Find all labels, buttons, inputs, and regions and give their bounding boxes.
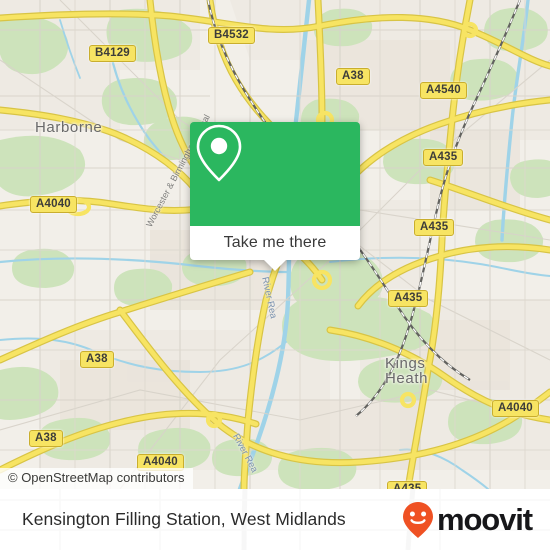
footer-bar: Kensington Filling Station, West Midland… xyxy=(0,489,550,550)
road-shield-a435-kingsheath: A435 xyxy=(388,290,429,307)
map-pin-icon xyxy=(196,124,242,182)
road-shield-a435-upper: A435 xyxy=(423,149,464,166)
moovit-wordmark: moovit xyxy=(436,502,533,537)
callout-pointer xyxy=(264,260,286,271)
road-shield-a435-mid: A435 xyxy=(414,219,455,236)
map-canvas[interactable]: Harborne Kings Heath River Rea River Rea… xyxy=(0,0,550,489)
map-screenshot: Harborne Kings Heath River Rea River Rea… xyxy=(0,0,550,550)
road-shield-b4129: B4129 xyxy=(89,45,136,62)
callout-label: Take me there xyxy=(223,234,327,251)
footer-content: Kensington Filling Station, West Midland… xyxy=(0,489,550,550)
road-shield-a435-bottom: A435 xyxy=(387,481,428,489)
callout-icon-panel xyxy=(190,122,360,226)
moovit-smiling-pin-logo-icon xyxy=(402,501,433,538)
road-shield-a38-top: A38 xyxy=(336,68,370,85)
road-shield-a38-mid: A38 xyxy=(80,351,114,368)
callout-action-panel[interactable]: Take me there xyxy=(190,226,360,271)
road-shield-a38-bottom: A38 xyxy=(29,430,63,447)
take-me-there-callout[interactable]: Take me there xyxy=(190,122,360,271)
location-title: Kensington Filling Station, West Midland… xyxy=(22,509,346,529)
moovit-logo[interactable]: moovit xyxy=(401,501,533,539)
road-shield-a4540: A4540 xyxy=(420,82,467,99)
road-shield-a4040-right: A4040 xyxy=(492,400,539,417)
osm-attribution[interactable]: © OpenStreetMap contributors xyxy=(0,468,193,489)
road-shield-a4040-left: A4040 xyxy=(30,196,77,213)
road-shield-b4532: B4532 xyxy=(208,27,255,44)
